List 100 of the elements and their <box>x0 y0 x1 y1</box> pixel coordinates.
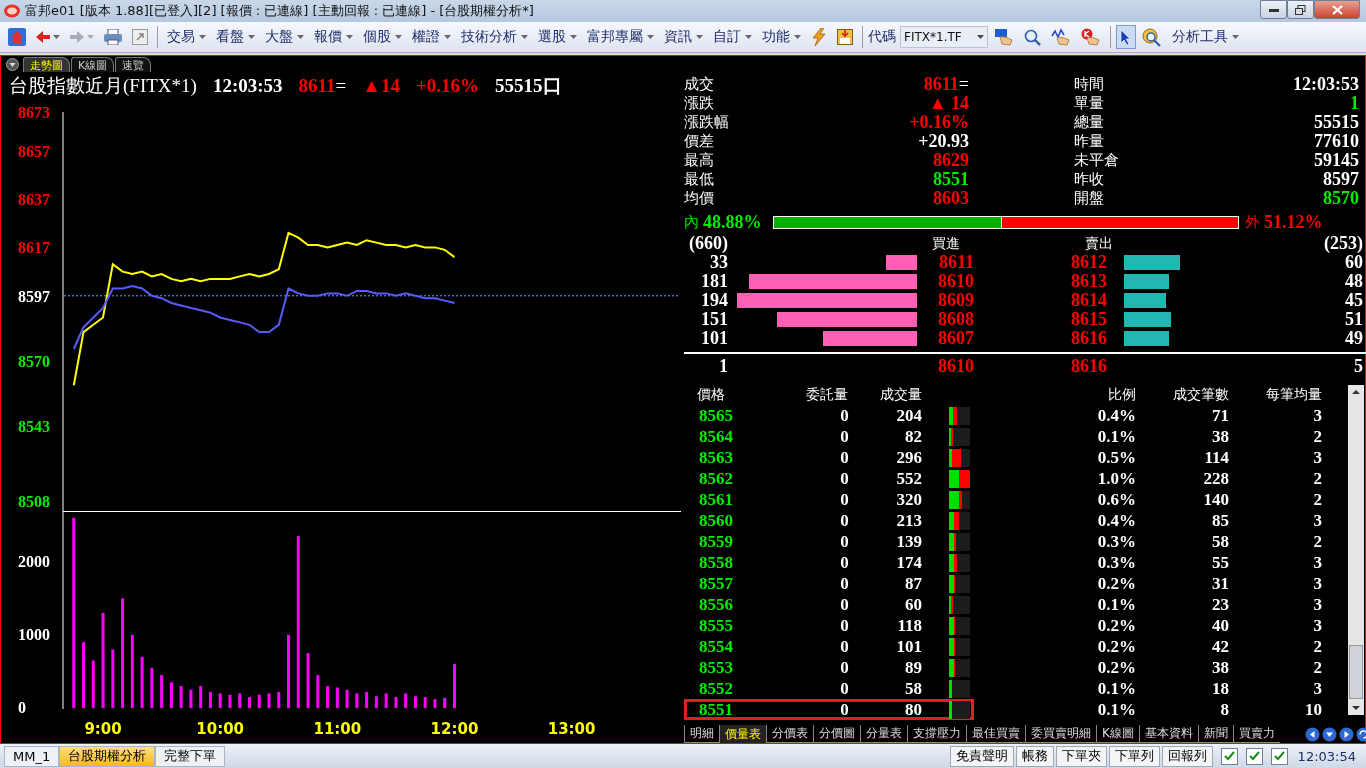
table-cell-text: 2 <box>1312 657 1322 678</box>
table-cell-text: 10 <box>1304 699 1322 720</box>
taskbar-button[interactable]: 帳務 <box>1015 745 1054 767</box>
close-button[interactable] <box>1314 0 1360 19</box>
analysis-tools-menu[interactable]: 分析工具 <box>1168 25 1243 49</box>
ask-total: (253) <box>1324 233 1364 254</box>
table-cell-text: 0 <box>839 636 849 657</box>
panel-tab[interactable]: 支撐壓力 <box>907 725 966 743</box>
volume-bar <box>169 682 173 708</box>
panel-tab[interactable]: 最佳買賣 <box>966 725 1025 743</box>
table-cell-text: 0.5% <box>1096 447 1136 468</box>
workspace-tab[interactable]: 完整下單 <box>155 745 226 767</box>
minimize-button[interactable] <box>1260 0 1287 19</box>
menu-button[interactable]: 看盤 <box>212 25 259 49</box>
taskbar-button[interactable]: 下單列 <box>1108 745 1160 767</box>
panel-tab[interactable]: 委買賣明細 <box>1025 725 1096 743</box>
ask-quantity: 49 <box>1344 328 1364 349</box>
ask-price: 8612 <box>1071 252 1108 273</box>
forward-arrow-icon <box>70 31 84 43</box>
panel-tab[interactable]: 分價圖 <box>813 725 860 743</box>
stat-value: +0.16% <box>908 112 969 133</box>
printer-icon <box>104 29 122 45</box>
panel-tab[interactable]: 分量表 <box>860 725 907 743</box>
chart-tab[interactable]: 走勢圖 <box>23 57 70 72</box>
ask-quantity: 60 <box>1345 252 1364 273</box>
checkbox[interactable] <box>1245 747 1263 765</box>
menu-button[interactable]: 選股 <box>534 25 581 49</box>
caret-icon <box>1232 35 1239 39</box>
coin-magnifier-icon <box>1142 27 1162 47</box>
table-cell-text: 118 <box>896 615 923 636</box>
table-cell-text: 0 <box>839 510 849 531</box>
bid-quantity: 181 <box>700 271 728 292</box>
table-cell-text: 0.3% <box>1096 531 1136 552</box>
bid-price: 8610 <box>937 271 974 292</box>
panel-tab[interactable]: 基本資料 <box>1138 725 1198 743</box>
table-cell-text: 2 <box>1312 636 1322 657</box>
y-tick-label: 8673 <box>18 104 50 121</box>
menu-button[interactable]: 大盤 <box>261 25 308 49</box>
taskbar-button[interactable]: 下單夾 <box>1055 745 1107 767</box>
panel-tab[interactable]: 明細 <box>684 725 719 743</box>
workspace-tab[interactable]: 台股期權分析 <box>59 745 156 767</box>
table-cell-text: 174 <box>895 552 923 573</box>
table-cell-text: 8563 <box>698 447 734 468</box>
panel-tab[interactable]: 買賣力 <box>1232 725 1280 743</box>
chart-tab[interactable]: K線圖 <box>71 57 115 72</box>
volume-bar <box>267 693 271 708</box>
menu-button[interactable]: 資訊 <box>660 25 707 49</box>
table-cell-text: 0 <box>839 552 849 573</box>
vertical-scrollbar[interactable] <box>1348 385 1364 715</box>
volume-bar <box>384 693 388 708</box>
ask-volume-bar <box>1124 331 1170 346</box>
scroll-thumb[interactable] <box>1349 645 1363 699</box>
table-cell-text: 0 <box>839 426 849 447</box>
volume-bar <box>111 649 115 708</box>
stat-value: 8570 <box>1322 188 1359 209</box>
refresh-icon[interactable] <box>1356 726 1366 742</box>
table-cell-text: 296 <box>895 447 923 468</box>
volume-bar <box>82 642 85 708</box>
checkbox[interactable] <box>1220 747 1238 765</box>
menu-button[interactable]: 報價 <box>310 25 357 49</box>
menu-button[interactable]: 功能 <box>758 25 805 49</box>
menu-button[interactable]: 技術分析 <box>457 25 532 49</box>
caret-icon[interactable] <box>977 35 984 39</box>
pointer-button[interactable] <box>1116 25 1136 49</box>
volume-bar <box>423 697 427 708</box>
taskbar-button[interactable]: 免責聲明 <box>949 745 1014 767</box>
chart-tab[interactable]: 速覽 <box>115 57 152 72</box>
panel-tab[interactable]: 分價表 <box>766 725 813 743</box>
panel-tab[interactable]: 新聞 <box>1197 725 1233 743</box>
table-cell-text: 0.1% <box>1096 699 1136 720</box>
taskbar-button[interactable]: 回報列 <box>1161 745 1213 767</box>
table-cell-text: 38 <box>1211 426 1229 447</box>
table-cell-text: 0 <box>839 447 849 468</box>
table-cell-text: 140 <box>1202 489 1229 510</box>
stat-label: 昨收 <box>1074 170 1105 189</box>
menu-button[interactable]: 權證 <box>408 25 455 49</box>
table-cell-text: 114 <box>1203 447 1229 468</box>
column-header: 比例 <box>1107 386 1136 404</box>
workspace-tab[interactable]: MM_1 <box>4 745 60 767</box>
volume-bar <box>140 656 144 708</box>
panel-tab[interactable]: K線圖 <box>1096 725 1139 743</box>
table-cell-text: 0.4% <box>1096 510 1136 531</box>
menu-button[interactable]: 交易 <box>163 25 210 49</box>
maximize-button[interactable] <box>1287 0 1314 19</box>
caret-icon <box>521 35 528 39</box>
hand-icon <box>994 28 1014 46</box>
checkbox[interactable] <box>1270 747 1288 765</box>
code-field[interactable]: FITX*1.TF <box>900 26 988 48</box>
menu-button[interactable]: 自訂 <box>709 25 756 49</box>
dropdown-circle-icon[interactable] <box>6 57 19 71</box>
caret-icon <box>745 35 752 39</box>
menu-button[interactable]: 個股 <box>359 25 406 49</box>
table-cell-text: 320 <box>895 489 923 510</box>
quote-header-text: +0.16% <box>416 74 480 97</box>
y-tick-label: 8508 <box>18 493 50 510</box>
panel-tab[interactable]: 價量表 <box>719 725 766 743</box>
bid-quantity: 101 <box>700 328 728 349</box>
menu-button[interactable]: 富邦專屬 <box>583 25 658 49</box>
volume-bar <box>218 693 222 708</box>
stat-value: +20.93 <box>917 131 969 152</box>
